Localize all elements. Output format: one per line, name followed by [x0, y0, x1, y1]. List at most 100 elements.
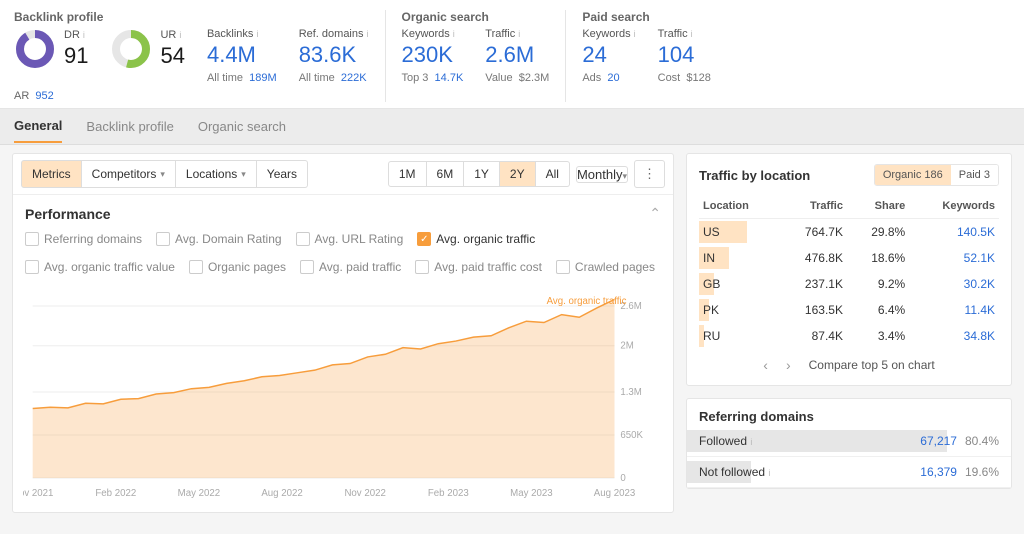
competitors-button[interactable]: Competitors ▾: [82, 160, 176, 188]
check-avg-organic-traffic[interactable]: ✓Avg. organic traffic: [417, 232, 535, 246]
svg-text:May 2023: May 2023: [510, 488, 553, 499]
cell-keywords[interactable]: 52.1K: [909, 245, 999, 271]
col-location[interactable]: Location: [699, 194, 779, 219]
referring-domains-panel: Referring domains Followed i67,21780.4%N…: [686, 398, 1012, 489]
range-all-button[interactable]: All: [536, 161, 570, 187]
metric-value[interactable]: 24: [582, 42, 635, 68]
collapse-icon[interactable]: ⌃: [649, 205, 661, 222]
checkbox-icon: [189, 260, 203, 274]
cell-keywords[interactable]: 140.5K: [909, 219, 999, 246]
backlinks-metric: Backlinksi 4.4M All time 189M: [207, 28, 277, 84]
metrics-button[interactable]: Metrics: [21, 160, 82, 188]
paid-search-section: Paid search Keywordsi 24 Ads 20 Traffici…: [565, 10, 727, 102]
checkbox-icon: [300, 260, 314, 274]
cell-keywords[interactable]: 34.8K: [909, 323, 999, 349]
col-traffic[interactable]: Traffic: [779, 194, 847, 219]
range-button-group: 1M6M1Y2YAll: [388, 161, 570, 187]
svg-text:Feb 2023: Feb 2023: [428, 488, 469, 499]
info-icon[interactable]: i: [453, 29, 455, 39]
metric-sub: Cost $128: [658, 72, 711, 84]
compare-row: ‹ › Compare top 5 on chart: [699, 349, 999, 375]
dr-label: DRi: [64, 29, 88, 41]
col-keywords[interactable]: Keywords: [909, 194, 999, 219]
chart-area: 0650K1.3M2M2.6MAvg. organic trafficNov 2…: [13, 284, 673, 512]
ref-value[interactable]: 16,379: [920, 465, 957, 479]
metric-checkboxes: Referring domains Avg. Domain Rating Avg. …: [13, 226, 673, 284]
ur-value: 54: [160, 43, 184, 69]
checkbox-icon: ✓: [417, 232, 431, 246]
info-icon[interactable]: i: [634, 29, 636, 39]
info-icon[interactable]: i: [83, 30, 85, 40]
check-referring-domains[interactable]: Referring domains: [25, 232, 142, 246]
metric-value[interactable]: 104: [658, 42, 711, 68]
check-avg-organic-traffic-value[interactable]: Avg. organic traffic value: [25, 260, 175, 274]
left-button-group: MetricsCompetitors ▾Locations ▾Years: [21, 160, 308, 188]
dots-icon: ⋮: [643, 166, 656, 181]
section-title: Paid search: [582, 10, 711, 24]
frequency-dropdown[interactable]: Monthly▾: [576, 166, 628, 183]
check-avg-domain-rating[interactable]: Avg. Domain Rating: [156, 232, 282, 246]
info-icon[interactable]: i: [367, 29, 369, 39]
next-button[interactable]: ›: [786, 357, 791, 373]
metric-label: Backlinksi: [207, 28, 277, 40]
checkbox-icon: [296, 232, 310, 246]
info-icon[interactable]: i: [179, 30, 181, 40]
metric-sub: All time 189M: [207, 72, 277, 84]
performance-panel: MetricsCompetitors ▾Locations ▾Years 1M6…: [12, 153, 674, 513]
paid-traffic-metric: Traffici 104 Cost $128: [658, 28, 711, 84]
top-metrics-bar: Backlink profile DRi 91 URi: [0, 0, 1024, 109]
locations-button[interactable]: Locations ▾: [176, 160, 257, 188]
cell-keywords[interactable]: 11.4K: [909, 297, 999, 323]
location-table: LocationTrafficShareKeywords US764.7K29.…: [699, 194, 999, 349]
range-6m-button[interactable]: 6M: [427, 161, 465, 187]
info-icon[interactable]: i: [256, 29, 258, 39]
metric-value[interactable]: 4.4M: [207, 42, 277, 68]
range-1m-button[interactable]: 1M: [388, 161, 427, 187]
tab-backlink-profile[interactable]: Backlink profile: [86, 111, 173, 142]
checkbox-icon: [156, 232, 170, 246]
check-organic-pages[interactable]: Organic pages: [189, 260, 286, 274]
check-avg-url-rating[interactable]: Avg. URL Rating: [296, 232, 404, 246]
paid-toggle[interactable]: Paid 3: [951, 165, 998, 185]
range-2y-button[interactable]: 2Y: [500, 161, 536, 187]
organic-toggle[interactable]: Organic 186: [875, 165, 951, 185]
info-icon[interactable]: i: [691, 29, 693, 39]
info-icon[interactable]: i: [750, 437, 752, 447]
cell-location: PK: [699, 297, 779, 323]
dr-donut-icon: [14, 28, 56, 70]
cell-keywords[interactable]: 30.2K: [909, 271, 999, 297]
ur-metric: URi 54: [110, 28, 184, 70]
metric-label: Traffici: [658, 28, 711, 40]
tab-organic-search[interactable]: Organic search: [198, 111, 286, 142]
metric-label: Keywordsi: [402, 28, 464, 40]
info-icon[interactable]: i: [768, 468, 770, 478]
cell-share: 29.8%: [847, 219, 909, 246]
section-title: Backlink profile: [14, 10, 369, 24]
info-icon[interactable]: i: [518, 29, 520, 39]
performance-chart[interactable]: 0650K1.3M2M2.6MAvg. organic trafficNov 2…: [23, 292, 663, 502]
check-crawled-pages[interactable]: Crawled pages: [556, 260, 655, 274]
cell-location: IN: [699, 245, 779, 271]
svg-text:Aug 2023: Aug 2023: [594, 488, 636, 499]
performance-title: Performance: [25, 206, 111, 222]
metric-sub: All time 222K: [299, 72, 369, 84]
check-avg-paid-traffic[interactable]: Avg. paid traffic: [300, 260, 401, 274]
compare-label[interactable]: Compare top 5 on chart: [809, 358, 935, 372]
svg-text:2M: 2M: [620, 341, 633, 352]
svg-text:Aug 2022: Aug 2022: [261, 488, 302, 499]
ref-row-not-followed: Not followed i16,37919.6%: [687, 457, 1011, 488]
check-avg-paid-traffic-cost[interactable]: Avg. paid traffic cost: [415, 260, 542, 274]
cell-share: 3.4%: [847, 323, 909, 349]
ref-value[interactable]: 67,217: [920, 434, 957, 448]
ur-donut-icon: [110, 28, 152, 70]
years-button[interactable]: Years: [257, 160, 308, 188]
col-share[interactable]: Share: [847, 194, 909, 219]
more-menu-button[interactable]: ⋮: [634, 160, 665, 188]
metric-value[interactable]: 2.6M: [485, 42, 549, 68]
metric-value[interactable]: 83.6K: [299, 42, 369, 68]
tab-general[interactable]: General: [14, 110, 62, 143]
metric-value[interactable]: 230K: [402, 42, 464, 68]
svg-text:0: 0: [620, 473, 626, 484]
range-1y-button[interactable]: 1Y: [464, 161, 500, 187]
prev-button[interactable]: ‹: [763, 357, 768, 373]
